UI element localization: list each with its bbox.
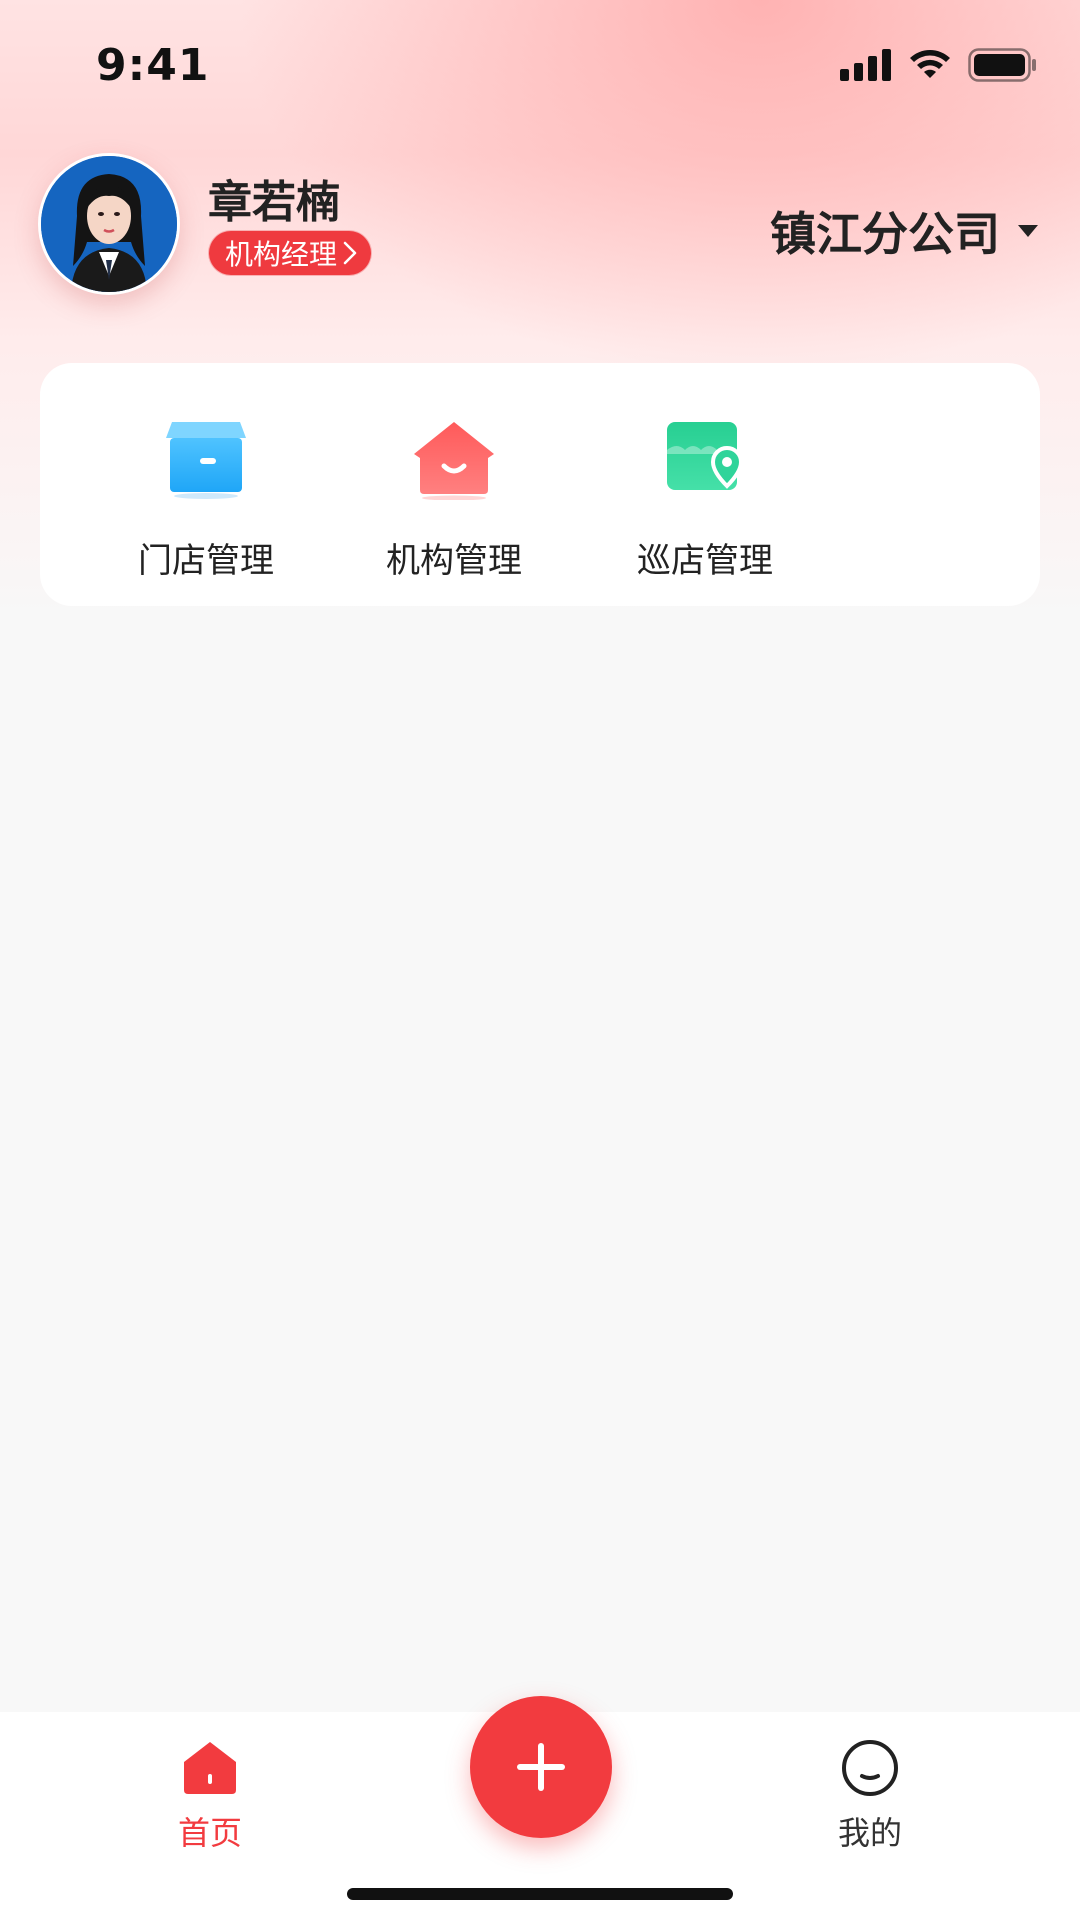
branch-label: 镇江分公司 [770, 207, 1000, 261]
tab-mine[interactable]: 我的 [790, 1738, 950, 1854]
status-bar: 9:41 [0, 0, 1080, 140]
store-location-icon [655, 415, 755, 505]
status-icons [840, 48, 1038, 82]
status-time: 9:41 [96, 40, 210, 91]
tab-home-label: 首页 [177, 1814, 242, 1852]
smile-face-icon [842, 1740, 898, 1796]
function-item-patrol[interactable]: 巡店管理 [605, 415, 805, 582]
org-house-icon [404, 415, 504, 505]
function-card: 门店管理 机构管理 巡店管理 [40, 363, 1040, 606]
tab-mine-label: 我的 [837, 1814, 902, 1852]
user-name: 章若楠 [208, 177, 340, 228]
battery-icon [968, 48, 1036, 82]
function-label: 机构管理 [386, 541, 522, 581]
caret-down-icon [1018, 225, 1038, 237]
add-button[interactable] [470, 1696, 612, 1838]
store-box-icon [156, 415, 256, 505]
function-item-store[interactable]: 门店管理 [106, 415, 306, 582]
chevron-right-icon [343, 241, 357, 265]
function-item-org[interactable]: 机构管理 [354, 415, 554, 582]
role-badge[interactable]: 机构经理 [208, 230, 373, 276]
branch-selector[interactable]: 镇江分公司 [770, 198, 1038, 264]
wifi-icon [910, 50, 950, 78]
plus-icon [517, 1743, 565, 1791]
home-indicator [347, 1888, 733, 1900]
function-label: 门店管理 [138, 541, 274, 581]
tab-home[interactable]: 首页 [130, 1738, 290, 1854]
role-label: 机构经理 [225, 238, 338, 271]
function-label: 巡店管理 [637, 541, 773, 581]
signal-icon [840, 49, 891, 81]
avatar[interactable] [38, 153, 180, 295]
home-icon [184, 1742, 236, 1794]
